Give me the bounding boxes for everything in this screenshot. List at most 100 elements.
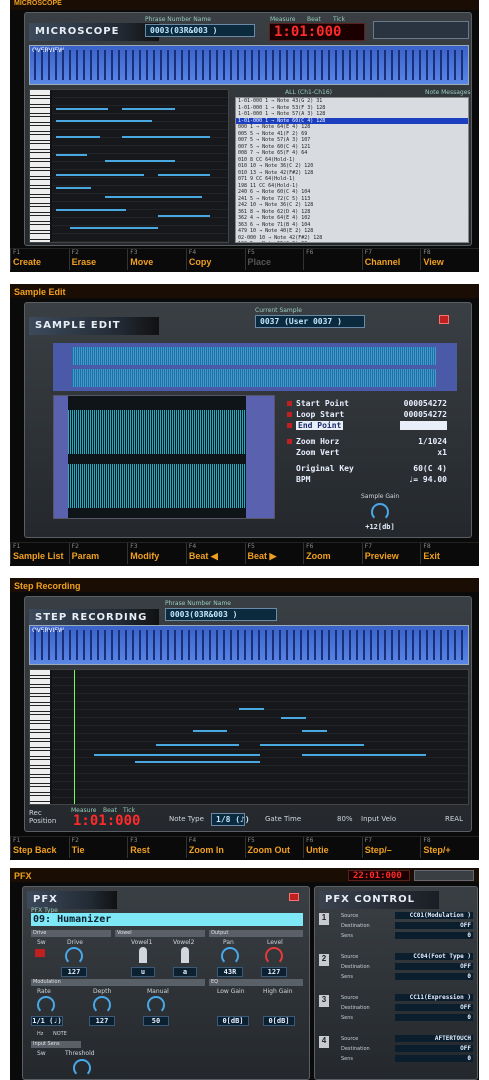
high-gain-value[interactable]: 0[dB] bbox=[263, 1016, 295, 1026]
note-bar[interactable] bbox=[260, 743, 364, 746]
threshold-knob[interactable] bbox=[73, 1059, 91, 1077]
note-bar[interactable] bbox=[55, 135, 100, 138]
current-sample-field[interactable]: 0037 (User 0037 ) bbox=[255, 315, 365, 328]
source-value[interactable]: AFTERTOUCH bbox=[395, 1035, 473, 1042]
note-bar[interactable] bbox=[193, 730, 227, 733]
sens-value[interactable]: 0 bbox=[395, 1014, 473, 1021]
close-icon[interactable] bbox=[289, 893, 299, 901]
drive-switch[interactable] bbox=[35, 949, 45, 957]
note-bar[interactable] bbox=[55, 187, 91, 190]
note-bar[interactable] bbox=[55, 108, 109, 111]
param-row[interactable]: BPM ♩= 94.00 bbox=[287, 475, 447, 484]
pan-knob[interactable] bbox=[221, 947, 239, 965]
f2-button[interactable]: F2 Erase bbox=[68, 249, 128, 270]
destination-value[interactable]: OFF bbox=[395, 922, 473, 929]
f4-button[interactable]: F4 Copy bbox=[185, 249, 245, 270]
waveform-zoom[interactable] bbox=[53, 395, 275, 519]
note-bar[interactable] bbox=[55, 120, 153, 123]
param-row[interactable]: Start Point 000054272 bbox=[287, 399, 447, 408]
f1-button[interactable]: F1 Step Back bbox=[10, 837, 69, 858]
note-bar[interactable] bbox=[239, 707, 265, 710]
note-bar[interactable] bbox=[157, 173, 211, 176]
phrase-field[interactable]: 0003(03R&003 ) bbox=[145, 24, 255, 37]
low-gain-value[interactable]: 0[dB] bbox=[217, 1016, 249, 1026]
note-grid[interactable] bbox=[52, 90, 228, 242]
start-marker[interactable] bbox=[54, 396, 68, 518]
param-row[interactable]: Zoom Vert x1 bbox=[287, 448, 447, 457]
note-bar[interactable] bbox=[301, 754, 427, 757]
f6-button[interactable]: F6 bbox=[303, 249, 362, 270]
note-bar[interactable] bbox=[55, 153, 88, 156]
f3-button[interactable]: F3 Rest bbox=[127, 837, 186, 858]
note-bar[interactable] bbox=[104, 159, 176, 162]
note-type-field[interactable]: 1/8 (♪) bbox=[211, 813, 250, 826]
note-bar[interactable] bbox=[93, 754, 260, 757]
destination-value[interactable]: OFF bbox=[395, 963, 473, 970]
note-bar[interactable] bbox=[104, 196, 202, 199]
sens-value[interactable]: 0 bbox=[395, 932, 473, 939]
sample-gain-knob[interactable] bbox=[371, 503, 389, 521]
note-bar[interactable] bbox=[157, 214, 211, 217]
sens-value[interactable]: 0 bbox=[395, 1055, 473, 1062]
vowel2-value[interactable]: a bbox=[173, 967, 197, 977]
source-value[interactable]: CC01(Modulation ) bbox=[395, 912, 473, 919]
param-row[interactable]: End Point 000399264 bbox=[287, 421, 447, 430]
f7-button[interactable]: F7 Preview bbox=[361, 543, 421, 564]
param-row[interactable]: Original Key 60(C 4) bbox=[287, 464, 447, 473]
f2-button[interactable]: F2 Tie bbox=[68, 837, 128, 858]
position-cursor[interactable] bbox=[74, 670, 75, 804]
f3-button[interactable]: F3 Modify bbox=[127, 543, 186, 564]
pfx-type-field[interactable]: 09: Humanizer bbox=[31, 913, 303, 926]
f4-button[interactable]: F4 Zoom In bbox=[185, 837, 245, 858]
note-bar[interactable] bbox=[69, 226, 158, 229]
source-value[interactable]: CC04(Foot Type ) bbox=[395, 953, 473, 960]
drive-knob[interactable] bbox=[65, 947, 83, 965]
note-bar[interactable] bbox=[301, 730, 327, 733]
f4-button[interactable]: F4 Beat ◀ bbox=[185, 543, 245, 564]
f1-button[interactable]: F1 Sample List bbox=[10, 543, 69, 564]
phrase-field[interactable]: 0003(03R&003 ) bbox=[165, 608, 277, 621]
sens-value[interactable]: 0 bbox=[395, 973, 473, 980]
f5-button[interactable]: F5 Zoom Out bbox=[244, 837, 304, 858]
piano-roll[interactable] bbox=[29, 89, 229, 243]
note-grid[interactable] bbox=[52, 670, 468, 804]
destination-value[interactable]: OFF bbox=[395, 1004, 473, 1011]
event-list[interactable]: 1-01-000 1 → Note 43(G 2) 31 1-01-000 1 →… bbox=[235, 97, 469, 243]
depth-knob[interactable] bbox=[93, 996, 111, 1014]
f3-button[interactable]: F3 Move bbox=[127, 249, 186, 270]
source-value[interactable]: CC11(Expression ) bbox=[395, 994, 473, 1001]
f5-button[interactable]: F5 Place bbox=[244, 249, 304, 270]
f7-button[interactable]: F7 Step/– bbox=[361, 837, 421, 858]
note-bar[interactable] bbox=[55, 208, 126, 211]
f2-button[interactable]: F2 Param bbox=[68, 543, 128, 564]
note-bar[interactable] bbox=[156, 743, 240, 746]
note-bar[interactable] bbox=[135, 761, 260, 764]
rate-knob[interactable] bbox=[37, 996, 55, 1014]
f5-button[interactable]: F5 Beat ▶ bbox=[244, 543, 304, 564]
destination-value[interactable]: OFF bbox=[395, 1045, 473, 1052]
f8-button[interactable]: F8 Exit bbox=[420, 543, 479, 564]
f1-button[interactable]: F1 Create bbox=[10, 249, 69, 270]
param-row[interactable]: Zoom Horz 1/1024 bbox=[287, 437, 447, 446]
manual-knob[interactable] bbox=[147, 996, 165, 1014]
waveform-overview[interactable] bbox=[53, 343, 457, 391]
f8-button[interactable]: F8 View bbox=[420, 249, 479, 270]
f6-button[interactable]: F6 Untie bbox=[303, 837, 362, 858]
close-icon[interactable] bbox=[439, 315, 449, 324]
end-marker[interactable] bbox=[246, 396, 274, 518]
f8-button[interactable]: F8 Step/+ bbox=[420, 837, 479, 858]
param-row[interactable]: Loop Start 000054272 bbox=[287, 410, 447, 419]
note-bar[interactable] bbox=[55, 173, 144, 176]
vowel1-value[interactable]: u bbox=[131, 967, 155, 977]
f6-button[interactable]: F6 Zoom bbox=[303, 543, 362, 564]
gate-time-value[interactable]: 80% bbox=[337, 815, 353, 823]
level-knob[interactable] bbox=[265, 947, 283, 965]
overview-strip[interactable]: OVERVIEW bbox=[29, 625, 469, 665]
f7-button[interactable]: F7 Channel bbox=[361, 249, 421, 270]
note-bar[interactable] bbox=[280, 716, 306, 719]
note-bar[interactable] bbox=[122, 108, 176, 111]
input-velo-value[interactable]: REAL bbox=[445, 815, 463, 823]
list-item[interactable]: 122 5 → Note 55(G 3) 99 bbox=[236, 241, 468, 242]
note-bar[interactable] bbox=[122, 135, 211, 138]
piano-roll[interactable] bbox=[29, 669, 469, 805]
